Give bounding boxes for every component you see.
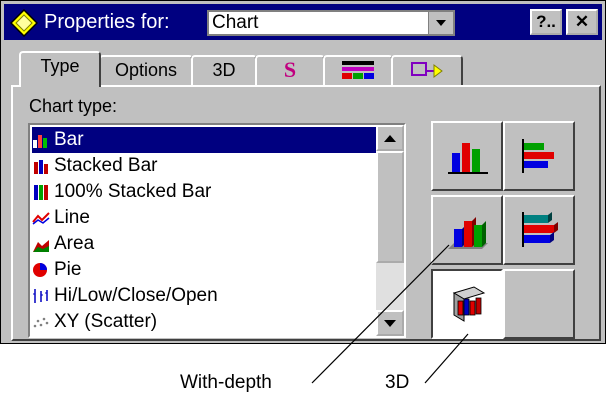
tab-type[interactable]: Type	[19, 51, 101, 87]
3d-callout: 3D	[385, 372, 410, 393]
tab-type-label: Type	[40, 56, 80, 76]
with-depth-callout: With-depth	[180, 372, 272, 393]
